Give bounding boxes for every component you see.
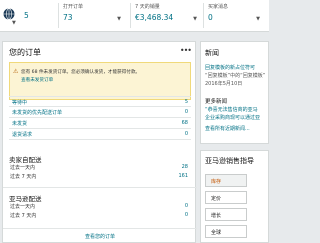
more-options-icon[interactable]: ••• [180, 46, 192, 55]
chevron-down-icon: ▼ [117, 16, 121, 22]
coach-tab-label: 全球 [211, 230, 222, 236]
news-title: 新闻 [205, 49, 219, 57]
order-status-row[interactable]: 未发货 68 [9, 118, 191, 129]
row-label: 等待中 [12, 100, 28, 106]
metric-value: 0 [208, 13, 213, 22]
unshipped-alert: ⚠ 您有 68 件未发货订单。您必须确认发货，才能获得付款。 查看未发货订单 [9, 62, 191, 100]
more-news-item-link[interactable]: “恭喜无法售信商的亚马 [205, 106, 258, 113]
news-card: 新闻 回复模板的新占位符可 “回复模板”中的“回复模板” 2016年5月10日 … [200, 41, 269, 144]
all-news-link[interactable]: 查看所有近期新闻... [205, 125, 250, 132]
coach-tab-global[interactable]: 全球 [205, 225, 247, 238]
coach-tab-growth[interactable]: 增长 [205, 208, 247, 221]
amazon-fulfilled-row: 过去一天内 0 [9, 202, 191, 211]
divider [3, 228, 197, 229]
metric-label: 打开订单 [63, 4, 84, 10]
selling-coach-card: 亚马逊销售指导 库存 定价 增长 全球 [200, 150, 269, 243]
row-label: 未发货的优先配送订单 [12, 110, 63, 116]
chevron-down-icon: ▼ [193, 16, 197, 22]
alert-message: 您有 68 件未发货订单。您必须确认发货，才能获得付款。 [21, 70, 141, 75]
row-value: 68 [181, 120, 188, 126]
coach-tab-inventory[interactable]: 库存 [205, 174, 247, 187]
seller-fulfilled-row: 过去一天内 28 [9, 163, 191, 172]
row-value: 0 [184, 131, 188, 137]
chevron-down-icon: ▼ [256, 16, 260, 22]
metric-open-orders[interactable]: 打开订单 73 ▼ [58, 3, 124, 28]
order-status-row[interactable]: 等待中 5 [9, 96, 191, 107]
metric-value: €3,468.34 [135, 13, 174, 22]
metric-value: 73 [63, 13, 73, 22]
period-label: 过去 7 天内 [10, 213, 37, 219]
period-count[interactable]: 161 [178, 173, 188, 179]
global-marketplaces-count[interactable]: 5 [24, 11, 29, 20]
metric-label: 7 天的销量 [135, 4, 160, 10]
period-label: 过去一天内 [10, 204, 36, 210]
more-news-item-link[interactable]: 企业采购商现可以通过亚 [205, 114, 260, 121]
row-value: 5 [184, 99, 188, 105]
selling-coach-title: 亚马逊销售指导 [205, 157, 254, 165]
period-count[interactable]: 28 [182, 164, 188, 170]
news-date: 2016年5月10日 [205, 81, 243, 87]
view-orders-link[interactable]: 查看您的订单 [3, 233, 197, 240]
order-status-row[interactable]: 退货请求 0 [9, 129, 191, 140]
period-count[interactable]: 0 [185, 203, 188, 209]
period-label: 过去 7 天内 [10, 174, 37, 180]
orders-card-title: 您的订单 [9, 48, 41, 57]
order-status-row[interactable]: 未发货的优先配送订单 0 [9, 107, 191, 118]
coach-tab-label: 库存 [211, 179, 222, 185]
news-headline-link[interactable]: 回复模板的新占位符可 [205, 64, 255, 71]
row-label: 未发货 [12, 121, 28, 127]
divider [3, 187, 197, 188]
news-snippet: “回复模板”中的“回复模板” [205, 73, 266, 79]
metric-7day-sales[interactable]: 7 天的销量 €3,468.34 ▼ [130, 3, 200, 28]
amazon-fulfilled-row: 过去 7 天内 0 [9, 211, 191, 220]
globe-icon[interactable] [3, 8, 15, 20]
more-news-heading: 更多新闻 [205, 99, 228, 105]
coach-tab-label: 定价 [211, 196, 222, 202]
coach-tab-label: 增长 [211, 213, 222, 219]
view-unshipped-link[interactable]: 查看未发货订单 [21, 77, 53, 83]
row-label: 退货请求 [12, 132, 33, 138]
metric-buyer-messages[interactable]: 买家消息 0 ▼ [203, 3, 263, 28]
orders-card: 您的订单 ••• ⚠ 您有 68 件未发货订单。您必须确认发货，才能获得付款。 … [2, 41, 197, 243]
coach-tab-pricing[interactable]: 定价 [205, 191, 247, 204]
row-value: 0 [184, 109, 188, 115]
seller-fulfilled-row: 过去 7 天内 161 [9, 172, 191, 181]
chevron-down-icon[interactable]: ▼ [12, 20, 16, 26]
period-count[interactable]: 0 [185, 212, 188, 218]
dashboard-metrics-bar: 5 ▼ 打开订单 73 ▼ 7 天的销量 €3,468.34 ▼ 买家消息 0 … [0, 0, 269, 32]
period-label: 过去一天内 [10, 165, 36, 171]
warning-icon: ⚠ [13, 68, 19, 75]
metric-label: 买家消息 [208, 4, 229, 10]
